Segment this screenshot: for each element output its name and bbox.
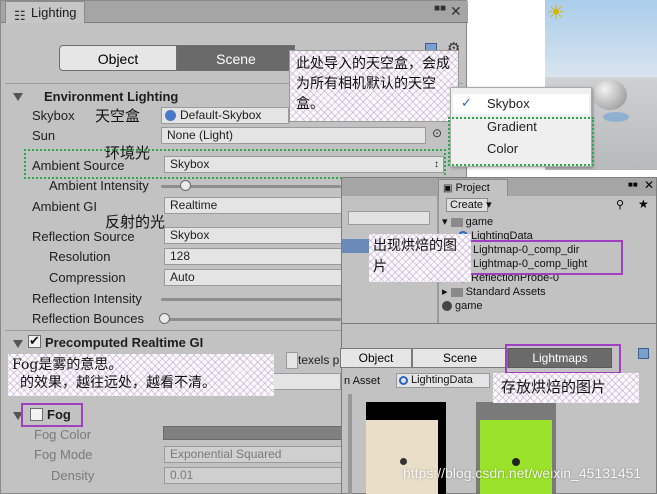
lightmap-dir-spot — [400, 458, 407, 465]
close-icon[interactable]: ✕ — [450, 3, 462, 20]
reflection-bounces-knob[interactable] — [159, 313, 170, 324]
lighting-asset-field[interactable]: LightingData — [396, 373, 490, 388]
ambient-intensity-label: Ambient Intensity — [49, 178, 149, 193]
lighting-data-icon — [399, 376, 408, 385]
scene-mode-tab[interactable]: Scene — [177, 45, 295, 71]
sun-field[interactable]: None (Light) — [161, 127, 426, 144]
precomputed-header: Precomputed Realtime GI — [45, 335, 204, 350]
store-note: 存放烘焙的图片 — [493, 373, 639, 403]
collapsed-arrow-icon[interactable]: ▸ — [442, 286, 451, 298]
ambient-gi-label: Ambient GI — [32, 199, 98, 214]
project-tab-label: Project — [455, 182, 490, 194]
store-note-text: 存放烘焙的图片 — [501, 378, 607, 396]
object-mode-tab[interactable]: Object — [59, 45, 177, 71]
lighting-asset-label: n Asset — [344, 375, 381, 387]
resolution-dropdown[interactable]: 128 — [164, 248, 342, 265]
baked-note-text: 出现烘焙的图片 — [373, 238, 457, 275]
menu-highlight — [448, 117, 594, 166]
folder-icon — [450, 217, 463, 227]
tree-item-label: game — [455, 300, 483, 312]
tree-item[interactable]: ▸ Standard Assets — [442, 285, 546, 299]
skybox-note-text: 此处导入的天空盒，会成为所有相机默认的天空盒。 — [296, 56, 450, 112]
lightmap-dir-texture — [366, 420, 438, 494]
lighting-asset-value: LightingData — [411, 374, 473, 386]
lightmaps-scroll-bar[interactable] — [348, 394, 352, 494]
create-label: Create — [450, 199, 484, 211]
fog-note-line-2: 的效果，越往远处，越看不清。 — [20, 375, 216, 391]
lightmap-light-texture — [480, 420, 552, 494]
title-bar: ☷ Lighting ■■ ✕ — [1, 1, 468, 23]
tree-item[interactable]: ▾ game — [442, 215, 493, 229]
skybox-value: Default-Skybox — [180, 108, 262, 122]
scene-shadow — [603, 112, 629, 122]
left-pane-field[interactable] — [348, 211, 430, 225]
star-icon[interactable]: ★ — [638, 197, 649, 211]
menu-item-skybox[interactable]: ✓ Skybox — [453, 94, 589, 114]
skybox-label: Skybox — [32, 108, 75, 123]
tree-item[interactable]: game — [442, 299, 483, 313]
folder-icon — [450, 287, 463, 297]
fog-color-swatch — [163, 426, 343, 440]
project-tab[interactable]: ▣ Project — [438, 179, 508, 196]
fog-highlight — [21, 403, 83, 427]
baked-note: 出现烘焙的图片 — [369, 234, 471, 282]
lighting-tab-icon: ☷ — [14, 8, 26, 23]
fog-note-line-1: Fog是雾的意思。 — [12, 357, 123, 373]
menu-icon[interactable]: ■■ — [628, 180, 638, 189]
precomputed-checkbox[interactable]: ✔ — [28, 333, 41, 348]
skybox-field[interactable]: Default-Skybox — [161, 107, 289, 124]
fog-mode-label: Fog Mode — [34, 447, 93, 462]
ambient-gi-dropdown[interactable]: Realtime — [164, 197, 342, 214]
realtime-resolution-field[interactable] — [286, 352, 298, 369]
material-icon — [165, 110, 176, 121]
ambient-source-highlight — [24, 149, 446, 179]
density-field: 0.01 — [164, 467, 342, 484]
reflection-intensity-label: Reflection Intensity — [32, 291, 142, 306]
tab-lighting[interactable]: ☷ Lighting — [5, 1, 85, 23]
search-icon[interactable]: ⚲ — [616, 198, 624, 211]
reflection-bounces-label: Reflection Bounces — [32, 311, 145, 326]
lock-icon[interactable] — [638, 348, 649, 359]
ambient-intensity-knob[interactable] — [180, 180, 192, 191]
resolution-label: Resolution — [49, 249, 111, 264]
expand-precomputed-icon[interactable] — [13, 340, 23, 348]
object-picker-icon[interactable]: ⊙ — [432, 126, 442, 140]
fog-color-label: Fog Color — [34, 427, 92, 442]
sun-icon: ☀ — [547, 2, 565, 24]
lm-tab-scene[interactable]: Scene — [412, 348, 508, 368]
skybox-annotation: 天空盒 — [95, 107, 141, 125]
skybox-note: 此处导入的天空盒，会成为所有相机默认的天空盒。 — [289, 50, 459, 122]
window-title: Lighting — [31, 5, 77, 20]
reflection-source-label: Reflection Source — [32, 229, 135, 244]
dropdown-arrow-icon: ▾ — [483, 199, 492, 211]
checkmark-icon: ✔ — [29, 333, 40, 348]
environment-header: Environment Lighting — [44, 89, 179, 104]
expand-environment-icon[interactable] — [13, 93, 23, 101]
texels-label: texels p — [298, 353, 340, 367]
unity-scene-icon — [442, 301, 452, 312]
lightmaps-tab-highlight — [505, 344, 621, 374]
scene-sphere — [593, 80, 627, 110]
lightmap-highlight — [459, 240, 623, 275]
reflection-bounces-slider[interactable] — [161, 318, 341, 321]
folder-icon: ▣ — [443, 183, 453, 194]
compression-dropdown[interactable]: Auto — [164, 269, 342, 286]
compression-label: Compression — [49, 270, 126, 285]
reflection-intensity-slider[interactable] — [161, 298, 341, 301]
menu-icon[interactable]: ■■ — [434, 3, 446, 14]
lm-tab-object[interactable]: Object — [340, 348, 412, 368]
sun-label: Sun — [32, 128, 56, 143]
density-label: Density — [51, 468, 95, 483]
watermark: https://blog.csdn.net/weixin_45131451 — [403, 465, 642, 481]
create-dropdown[interactable]: Create ▾ — [446, 198, 492, 212]
checkmark-icon: ✓ — [461, 95, 472, 110]
tree-item-label: Standard Assets — [465, 286, 546, 298]
tree-item-label: game — [465, 216, 494, 228]
menu-item-label: Skybox — [487, 96, 530, 111]
fog-note: Fog是雾的意思。 的效果，越往远处，越看不清。 — [8, 354, 274, 396]
fog-mode-dropdown: Exponential Squared — [164, 446, 342, 463]
reflection-source-dropdown[interactable]: Skybox — [164, 227, 342, 244]
expanded-arrow-icon[interactable]: ▾ — [442, 216, 451, 228]
close-icon[interactable]: ✕ — [644, 178, 654, 192]
